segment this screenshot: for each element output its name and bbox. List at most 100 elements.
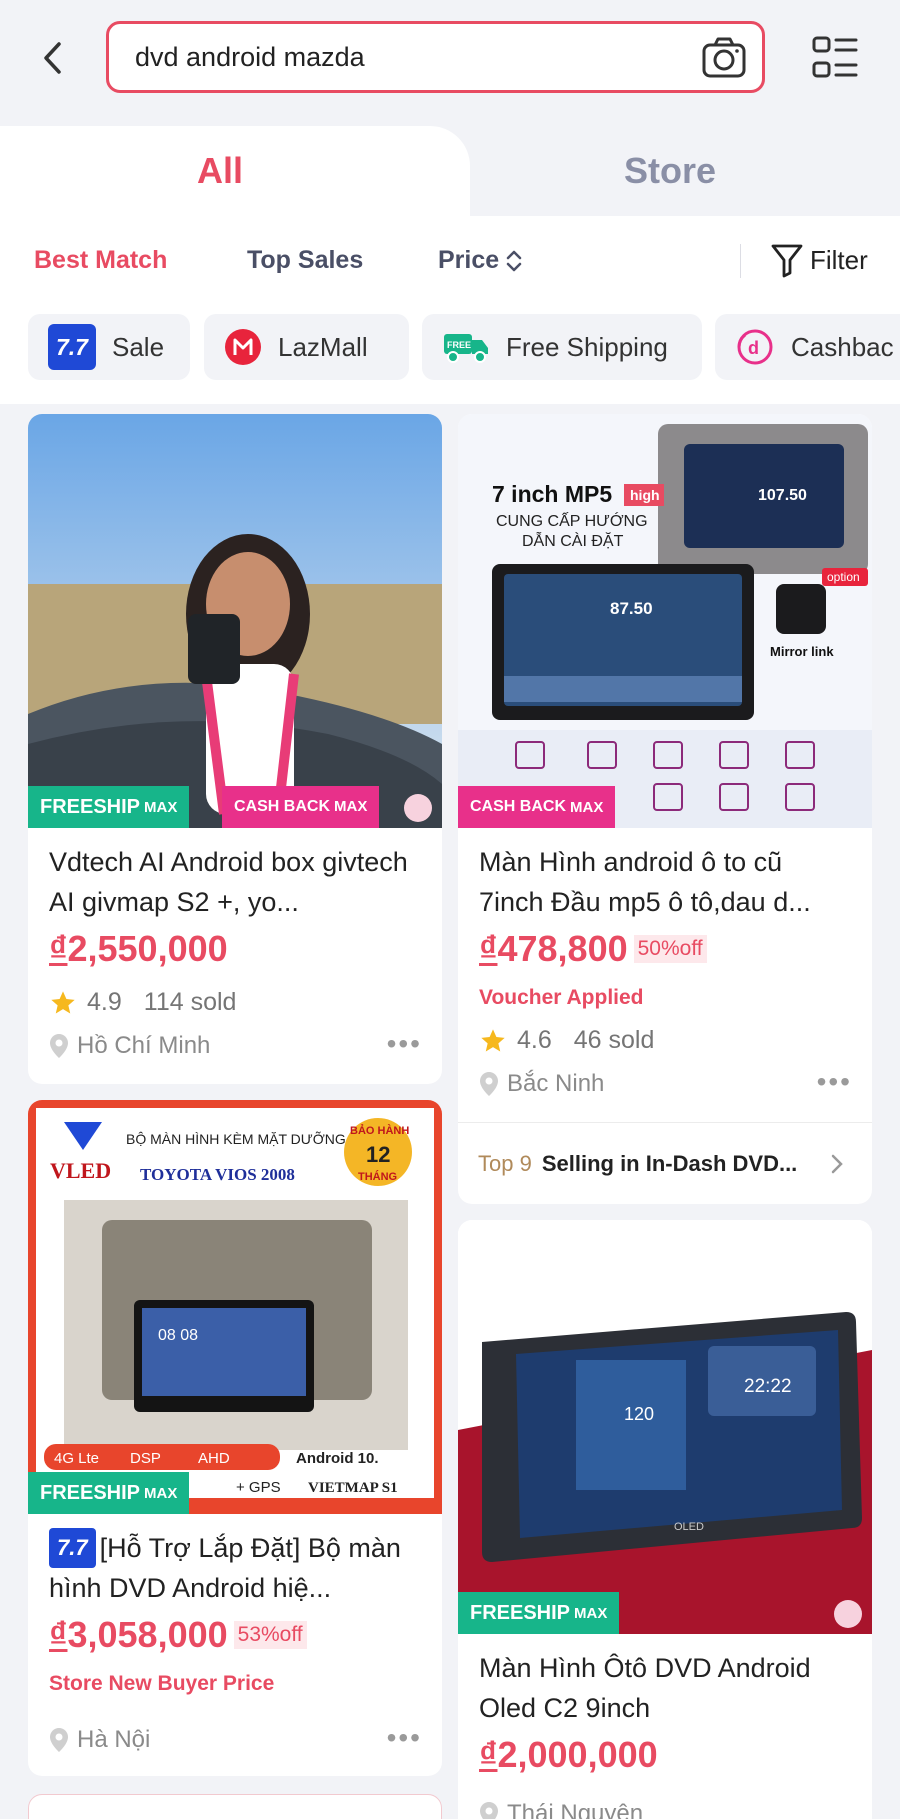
image-oled: OLED xyxy=(674,1521,704,1533)
sort-arrows-icon xyxy=(506,250,522,271)
top-selling-rank[interactable]: Top 9 Selling in In-Dash DVD... xyxy=(458,1122,872,1204)
quick-filter-chips: 7.7 Sale LazMall FREE Free Shipping d Ca… xyxy=(0,304,900,404)
price-value: 478,800 xyxy=(497,928,628,969)
price-value: 3,058,000 xyxy=(67,1614,228,1655)
location-pin-icon xyxy=(480,1802,498,1819)
image-time: 22:22 xyxy=(744,1376,792,1397)
back-button[interactable] xyxy=(30,30,76,86)
cashback-max-label: MAX xyxy=(334,798,368,815)
more-options-icon[interactable]: ••• xyxy=(387,1722,422,1754)
more-options-icon[interactable]: ••• xyxy=(387,1028,422,1060)
sold-count: 46 sold xyxy=(573,1026,655,1054)
chevron-left-icon xyxy=(44,42,61,74)
rank-number: Top 9 xyxy=(478,1150,532,1176)
star-icon xyxy=(481,1028,505,1051)
chip-cashback-label: Cashbac xyxy=(791,331,894,362)
product-title: Màn Hình Ôtô DVD Android Oled C2 9inch xyxy=(479,1653,811,1723)
filter-button[interactable]: Filter xyxy=(770,242,868,278)
product-image: 120 22:22 OLED xyxy=(458,1220,872,1634)
product-rating: 4.9 114 sold xyxy=(49,988,236,1017)
freeship-max-label: MAX xyxy=(574,1604,608,1622)
cashback-max-badge: CASH BACK MAX xyxy=(458,786,616,828)
image-line1: CUNG CẤP HƯỚNG xyxy=(496,511,648,530)
divider xyxy=(740,244,741,278)
sort-bar: Best Match Top Sales Price Filter xyxy=(0,216,900,304)
voucher-label: Voucher Applied xyxy=(479,986,644,1009)
product-title: 7.7 [Hỗ Trợ Lắp Đặt] Bộ màn hình DVD Andr… xyxy=(49,1528,419,1608)
image-f3: AHD xyxy=(198,1450,230,1467)
product-image xyxy=(28,414,442,828)
chip-cashback[interactable]: d Cashbac xyxy=(715,314,900,380)
tab-all[interactable]: All xyxy=(0,126,470,216)
image-model: TOYOTA VIOS 2008 xyxy=(140,1165,295,1184)
more-options-icon[interactable]: ••• xyxy=(817,1066,852,1098)
sort-best-match[interactable]: Best Match xyxy=(34,246,167,275)
image-headline: 7 inch MP5 xyxy=(492,481,612,507)
image-warranty-num: 12 xyxy=(366,1142,390,1167)
product-card[interactable]: 107.50 7 inch MP5 high CUNG CẤP HƯỚNG DẪ… xyxy=(458,414,872,1204)
tab-store[interactable]: Store xyxy=(470,150,870,192)
discount-badge: 50%off xyxy=(633,935,707,963)
location-text: Thái Nguyên xyxy=(507,1800,644,1819)
image-mirror: Mirror link xyxy=(770,644,834,659)
chevron-right-icon xyxy=(831,1154,843,1173)
megaphone-icon xyxy=(834,1600,862,1628)
image-line2: DẪN CÀI ĐẶT xyxy=(522,531,624,550)
product-rating: 4.6 46 sold xyxy=(479,1026,654,1055)
location-text: Bắc Ninh xyxy=(507,1070,605,1097)
freeship-label: FREESHIP xyxy=(40,1481,141,1504)
freeship-max-label: MAX xyxy=(144,798,178,816)
image-top-text: BỘ MÀN HÌNH KÈM MẶT DƯỠNG xyxy=(126,1131,346,1147)
image-warranty: BẢO HÀNH xyxy=(350,1124,409,1137)
freeship-label: FREESHIP xyxy=(470,1601,571,1624)
sold-count: 114 sold xyxy=(143,988,237,1016)
product-location: Hồ Chí Minh xyxy=(49,1032,210,1060)
star-icon xyxy=(51,990,75,1013)
product-location: Hà Nội xyxy=(49,1726,150,1754)
list-view-icon[interactable] xyxy=(808,30,862,86)
svg-text:08 08: 08 08 xyxy=(158,1327,198,1344)
product-title-text: [Hỗ Trợ Lắp Đặt] Bộ màn hình DVD Android… xyxy=(49,1533,401,1603)
cashback-icon: d xyxy=(737,329,773,365)
filter-label: Filter xyxy=(810,244,868,275)
currency-symbol: ₫ xyxy=(49,1614,68,1655)
image-f1: 4G Lte xyxy=(54,1450,99,1467)
product-title: Vdtech AI Android box givtech AI givmap … xyxy=(49,847,408,917)
cashback-label: CASH BACK xyxy=(234,798,330,815)
location-pin-icon xyxy=(480,1072,498,1096)
product-price: ₫478,800 50%off xyxy=(479,928,707,970)
svg-text:FREE: FREE xyxy=(447,340,471,350)
chip-sale[interactable]: 7.7 Sale xyxy=(28,314,190,380)
product-card[interactable]: FREESHIP MAX CASH BACK MAX Vdtech AI Andro… xyxy=(28,414,442,1084)
cashback-max-label: MAX xyxy=(570,798,604,816)
sort-price-label: Price xyxy=(438,246,500,274)
product-image: BỘ MÀN HÌNH KÈM MẶT DƯỠNG VLED TOYOTA VI… xyxy=(28,1100,442,1514)
sort-price[interactable]: Price xyxy=(438,246,525,275)
freeship-max-badge: FREESHIP MAX xyxy=(458,1592,620,1634)
chip-lazmall-label: LazMall xyxy=(278,331,368,362)
image-month: THÁNG xyxy=(358,1170,397,1183)
price-value: 2,550,000 xyxy=(67,928,228,969)
search-input[interactable]: dvd android mazda xyxy=(106,21,765,93)
product-card[interactable]: BỘ MÀN HÌNH KÈM MẶT DƯỠNG VLED TOYOTA VI… xyxy=(28,1100,442,1776)
product-card[interactable]: 120 22:22 OLED FREESHIP MAX Màn Hình Ôtô … xyxy=(458,1220,872,1819)
product-price: ₫3,058,000 53%off xyxy=(49,1614,307,1656)
chip-sale-label: Sale xyxy=(112,331,165,362)
location-pin-icon xyxy=(50,1728,68,1752)
freeship-max-badge: FREESHIP MAX xyxy=(28,786,190,828)
chip-free-shipping[interactable]: FREE Free Shipping xyxy=(422,314,702,380)
product-price: ₫2,000,000 xyxy=(479,1734,658,1776)
image-f5: + GPS xyxy=(236,1479,281,1496)
sort-top-sales[interactable]: Top Sales xyxy=(247,246,363,275)
sale-77-tag: 7.7 xyxy=(49,1528,96,1568)
free-truck-icon: FREE xyxy=(444,334,488,363)
product-card-partial[interactable] xyxy=(28,1794,442,1819)
tab-bar: All Store xyxy=(0,126,900,216)
chip-lazmall[interactable]: LazMall xyxy=(204,314,409,380)
image-f6: VIETMAP S1 xyxy=(308,1480,398,1496)
filter-icon xyxy=(771,244,803,278)
price-value: 2,000,000 xyxy=(497,1734,658,1775)
location-pin-icon xyxy=(50,1034,68,1058)
tab-all-label: All xyxy=(196,150,243,191)
camera-icon[interactable] xyxy=(700,34,748,82)
